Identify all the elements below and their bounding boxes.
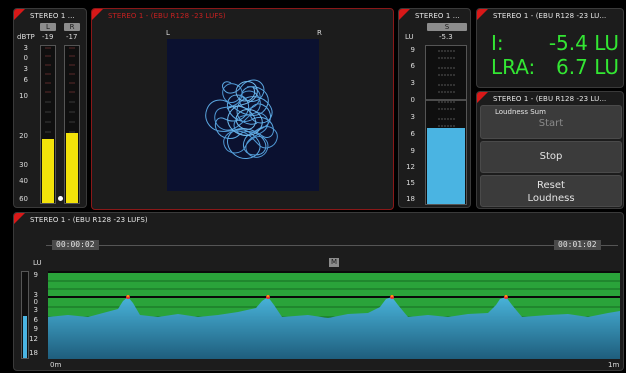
short-term-panel: STEREO 1 ... S LU -5.3 9 6 3 0 3 6 9 12 … bbox=[398, 8, 471, 208]
history-panel: STEREO 1 - (EBU R128 -23 LUFS) 00:00:02 … bbox=[13, 212, 624, 371]
vectorscope-left-label: L bbox=[166, 29, 170, 37]
integrated-panel: STEREO 1 - (EBU R128 -23 LU... I: -5.4 L… bbox=[476, 8, 624, 88]
integrated-label: I: bbox=[491, 31, 504, 55]
short-term-channel-label: S bbox=[427, 23, 467, 31]
time-end: 00:01:02 bbox=[554, 240, 601, 250]
panel-corner-icon bbox=[92, 9, 103, 20]
panel-corner-icon bbox=[14, 9, 25, 20]
panel-corner-icon bbox=[14, 213, 25, 224]
start-button-label: Start bbox=[538, 118, 564, 129]
stop-button[interactable]: Stop bbox=[480, 141, 622, 173]
short-term-value: -5.3 bbox=[439, 33, 453, 41]
panel-title: STEREO 1 - (EBU R128 -23 LUFS) bbox=[108, 12, 226, 20]
panel-corner-icon bbox=[477, 9, 488, 20]
vectorscope-right-label: R bbox=[317, 29, 322, 37]
timeline-line bbox=[46, 245, 618, 246]
vectorscope-display bbox=[167, 39, 319, 191]
vectorscope-panel: STEREO 1 - (EBU R128 -23 LUFS) L R bbox=[91, 8, 394, 210]
right-peak-value: -17 bbox=[66, 33, 78, 41]
integrated-value-unit: LU bbox=[594, 31, 619, 55]
right-peak-meter bbox=[64, 45, 80, 204]
history-level-bar bbox=[21, 271, 29, 359]
panel-corner-icon bbox=[399, 9, 410, 20]
loudness-history-graph bbox=[48, 271, 620, 359]
panel-corner-icon bbox=[477, 92, 488, 103]
right-peak-fill bbox=[66, 133, 78, 203]
integrated-value-number: -5.4 bbox=[548, 31, 588, 55]
true-peak-panel: STEREO 1 ... L R dBTP -19 -17 3 0 3 6 10… bbox=[13, 8, 87, 208]
loudness-sum-subtitle: Loudness Sum bbox=[495, 108, 546, 116]
mode-indicator: M bbox=[329, 258, 339, 267]
history-unit: LU bbox=[33, 259, 42, 267]
integrated-value: -5.4 LU bbox=[537, 31, 619, 55]
reset-label-line2: Loudness bbox=[527, 193, 575, 204]
left-peak-fill bbox=[42, 139, 54, 203]
history-x-end: 1m bbox=[608, 361, 620, 369]
short-term-meter bbox=[425, 45, 467, 205]
short-term-fill bbox=[427, 128, 465, 204]
left-channel-label: L bbox=[40, 23, 56, 31]
reset-label-line1: Reset bbox=[537, 180, 565, 191]
start-button[interactable]: Loudness Sum Start bbox=[480, 105, 622, 139]
history-x-start: 0m bbox=[50, 361, 62, 369]
panel-title: STEREO 1 - (EBU R128 -23 LU... bbox=[493, 12, 607, 20]
right-channel-label: R bbox=[64, 23, 80, 31]
panel-title: STEREO 1 - (EBU R128 -23 LU... bbox=[493, 95, 607, 103]
panel-title: STEREO 1 - (EBU R128 -23 LUFS) bbox=[30, 216, 148, 224]
lra-label: LRA: bbox=[491, 55, 536, 79]
panel-title: STEREO 1 ... bbox=[415, 12, 460, 20]
left-peak-meter bbox=[40, 45, 56, 204]
peak-hold-dot-icon bbox=[58, 196, 63, 201]
peak-unit: dBTP bbox=[17, 33, 35, 41]
lra-value: 6.7 LU bbox=[537, 55, 619, 79]
panel-title: STEREO 1 ... bbox=[30, 12, 75, 20]
lra-value-unit: LU bbox=[594, 55, 619, 79]
lra-value-number: 6.7 bbox=[556, 55, 588, 79]
time-start: 00:00:02 bbox=[52, 240, 99, 250]
stop-button-label: Stop bbox=[539, 151, 563, 162]
reset-loudness-button[interactable]: Reset Loudness bbox=[480, 175, 622, 207]
left-peak-value: -19 bbox=[42, 33, 54, 41]
short-term-unit: LU bbox=[405, 33, 414, 41]
history-level-fill bbox=[23, 316, 27, 358]
loudness-sum-panel: STEREO 1 - (EBU R128 -23 LU... Loudness … bbox=[476, 91, 624, 209]
